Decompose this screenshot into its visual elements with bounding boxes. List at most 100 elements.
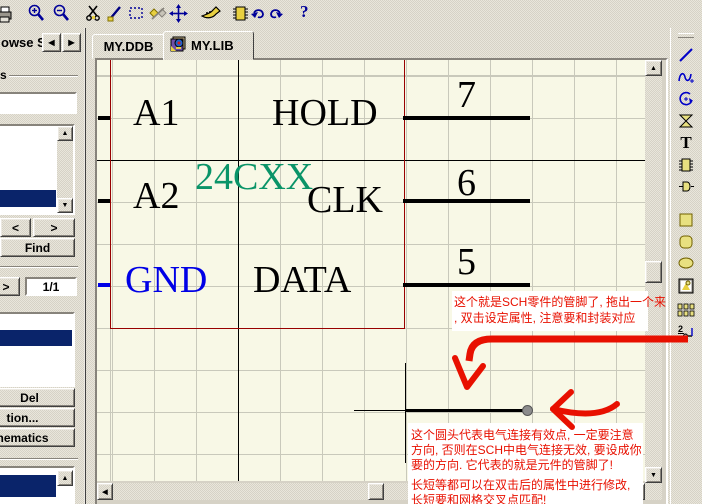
pin-name-label[interactable]: DATA [253,261,351,299]
scrollbar-corner [645,483,662,500]
rounded-rectangle-tool-icon[interactable] [676,232,696,252]
printer-icon[interactable] [0,4,14,24]
mask-input[interactable] [0,92,77,114]
bottom-list-selected-row[interactable] [0,475,56,497]
zoom-out-icon[interactable] [51,3,71,23]
schematic-canvas[interactable]: A1 HOLD 7 A2 CLK 6 24CXX GND DATA 5 [97,60,645,481]
cut-icon[interactable] [83,3,103,23]
annotation-line: 长短要和网格交叉点匹配! [411,493,642,504]
left-triangle-icon: ◀ [48,38,54,47]
new-component-tool-icon[interactable] [676,155,696,175]
component-list-selected-row[interactable] [0,190,56,207]
scroll-down-button[interactable]: ▼ [645,467,662,483]
annotation-line: 要的方向. 它代表的就是元件的管脚了! [411,458,642,473]
prev-component-button[interactable]: < [0,218,31,237]
pin-tool-icon[interactable]: 2 [676,322,696,342]
add-part-tool-icon[interactable] [676,177,696,197]
panel-prev-button[interactable]: ◀ [42,33,61,52]
find-label: Find [25,241,50,255]
select-area-icon[interactable] [126,3,146,23]
component-list[interactable]: ▲ ▼ [0,124,75,215]
find-button[interactable]: Find [0,238,75,257]
annotation-line: , 双击设定属性, 注意要和封装对应 [454,310,635,326]
annotation-note-1: 这个就是SCH零件的管脚了, 拖出一个来 , 双击设定属性, 注意要和封装对应 [452,291,648,331]
next-part-button[interactable]: > [0,277,20,296]
scroll-down-button[interactable]: ▼ [57,198,73,213]
pin-line-right[interactable] [403,116,530,120]
down-arrow-icon: ▼ [62,202,69,209]
tab-my-lib[interactable]: MY.LIB [163,31,254,60]
pin-stub-left-gnd[interactable] [98,283,110,287]
pin-stub-left[interactable] [98,116,110,120]
next-label: > [50,221,57,235]
move-icon[interactable] [168,3,188,23]
next-part-label: > [2,280,9,294]
del-label: Del [20,391,39,405]
array-paste-tool-icon[interactable] [676,300,696,320]
pin-name-label[interactable]: HOLD [272,94,378,132]
paste-tool-icon[interactable] [105,3,125,23]
annotation-line: 这个就是SCH零件的管脚了, 拖出一个来 [454,294,666,310]
deselect-icon[interactable] [148,3,168,23]
redo-icon[interactable] [267,4,284,24]
vscroll-thumb[interactable] [645,261,662,283]
annotation-line: 这个圆头代表电气连接有效点, 一定要注意 [411,428,642,443]
browse-schlib-panel: owse S ◀ ▶ s ▲ ▼ < > Find > 1/1 Del tion… [0,28,86,504]
pin-name-label[interactable]: A1 [133,94,179,132]
del-button[interactable]: Del [0,388,75,407]
pin-number-label[interactable]: 7 [403,76,530,114]
tab-my-ddb[interactable]: MY.DDB [92,34,165,59]
help-icon[interactable]: ? [300,2,309,22]
pin-line-right[interactable] [403,283,530,287]
pins-list[interactable] [0,312,75,387]
report-icon[interactable] [200,3,224,23]
arc-tool-icon[interactable] [676,89,696,109]
update-schematics-button[interactable]: hematics [0,428,75,447]
text-tool-icon[interactable]: T [676,133,696,153]
annotation-line: 方向, 否则在SCH中电气连接无效, 要设成你 [411,443,642,458]
library-doc-icon [170,36,187,55]
main-toolbar: ? [0,0,702,28]
ellipse-tool-icon[interactable] [676,253,696,273]
schlib-editor-window: ? owse S ◀ ▶ s ▲ ▼ < > Find > 1/1 Del ti… [0,0,702,504]
tab-my-ddb-label: MY.DDB [104,39,154,54]
pin-name-label-gnd[interactable]: GND [125,261,207,299]
component-name-text[interactable]: 24CXX [195,158,313,196]
pin-name-label[interactable]: A2 [133,177,179,215]
pin-number-label[interactable]: 6 [403,164,530,202]
component-icon[interactable] [230,3,250,23]
hscroll-thumb[interactable] [368,483,384,500]
pin-hotspot-dot[interactable] [522,405,533,416]
bezier-tool-icon[interactable] [676,67,696,87]
zoom-in-icon[interactable] [26,3,46,23]
bottom-list[interactable]: ▲ [0,466,75,504]
components-group-label: s [0,68,7,82]
scroll-left-button[interactable]: ◀ [97,483,113,500]
scroll-up-button[interactable]: ▲ [645,60,662,76]
description-button[interactable]: tion... [0,408,75,427]
line-tool-icon[interactable] [676,45,696,65]
dragged-pin-line[interactable] [405,409,528,412]
pin-stub-left[interactable] [98,199,110,203]
canvas-vscrollbar[interactable]: ▲ ▼ [645,60,662,483]
scroll-up-button[interactable]: ▲ [57,126,73,141]
part-number-display: 1/1 [25,277,77,296]
scroll-up-button[interactable]: ▲ [57,470,73,486]
rectangle-tool-icon[interactable] [676,210,696,230]
toolbar-gripper[interactable] [678,33,694,38]
browse-panel-title: owse S [1,35,46,50]
drawing-toolbar: T 2 [670,28,702,504]
pins-list-selected-row[interactable] [0,330,72,346]
undo-icon[interactable] [250,4,267,24]
picture-tool-icon[interactable] [676,276,696,296]
next-component-button[interactable]: > [33,218,75,237]
pin-name-label[interactable]: CLK [307,181,383,219]
pin-number-label[interactable]: 5 [403,243,530,281]
polygon-tool-icon[interactable] [676,111,696,131]
up-arrow-icon: ▲ [62,130,69,137]
panel-next-button[interactable]: ▶ [62,33,81,52]
up-arrow-icon: ▲ [650,65,657,72]
svg-text:2: 2 [678,324,683,334]
text-tool-glyph: T [680,133,691,153]
component-list-scrollbar[interactable]: ▲ ▼ [57,126,73,213]
